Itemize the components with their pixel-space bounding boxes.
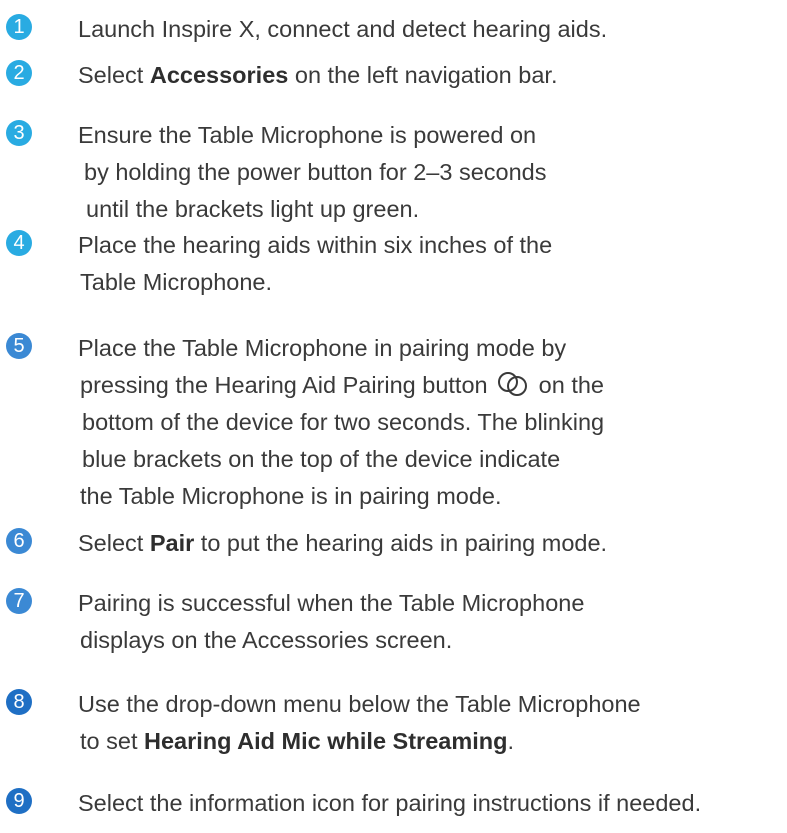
step-text-line: the Table Microphone is in pairing mode. xyxy=(78,478,783,515)
emphasized-term: Pair xyxy=(149,530,195,556)
step-text-line: Ensure the Table Microphone is powered o… xyxy=(78,117,783,154)
text-segment: Select xyxy=(78,530,150,556)
pairing-rings-icon xyxy=(498,372,528,396)
step-number-badge: 3 xyxy=(6,120,32,146)
step-text-line: Place the hearing aids within six inches… xyxy=(78,227,783,264)
step-number-badge: 7 xyxy=(6,588,32,614)
instruction-steps: 1 Launch Inspire X, connect and detect he… xyxy=(0,0,787,833)
text-segment: to set xyxy=(80,728,145,754)
step-text: Select Pair to put the hearing aids in p… xyxy=(78,525,783,562)
step-text: Place the hearing aids within six inches… xyxy=(78,227,783,301)
text-segment: blue brackets on the top of the device i… xyxy=(82,446,561,472)
step-number-badge: 9 xyxy=(6,788,32,814)
step-text: Launch Inspire X, connect and detect hea… xyxy=(78,11,783,48)
step-text-line: until the brackets light up green. xyxy=(78,191,783,228)
text-segment: Use the drop-down menu below the Table M… xyxy=(78,691,641,717)
step-text-line: Select the information icon for pairing … xyxy=(78,785,783,822)
step-number-badge: 4 xyxy=(6,230,32,256)
text-segment: Place the Table Microphone in pairing mo… xyxy=(78,335,567,361)
text-segment: Place the hearing aids within six inches… xyxy=(78,232,553,258)
text-segment: by holding the power button for 2–3 seco… xyxy=(84,159,547,185)
emphasized-term: Hearing Aid Mic while Streaming xyxy=(144,728,508,754)
step-text-line: by holding the power button for 2–3 seco… xyxy=(78,154,783,191)
step-number-badge: 2 xyxy=(6,60,32,86)
step-text: Select Accessories on the left navigatio… xyxy=(78,57,783,94)
step-text-line: pressing the Hearing Aid Pairing button … xyxy=(78,367,783,404)
step-text-line: bottom of the device for two seconds. Th… xyxy=(78,404,783,441)
step-text-line: Select Accessories on the left navigatio… xyxy=(78,57,783,94)
text-segment: Launch Inspire X, connect and detect hea… xyxy=(78,16,608,42)
step-text-line: displays on the Accessories screen. xyxy=(78,622,783,659)
step-text: Use the drop-down menu below the Table M… xyxy=(78,686,783,760)
step-text-line: Table Microphone. xyxy=(78,264,783,301)
text-segment: displays on the Accessories screen. xyxy=(80,627,453,653)
step-text: Ensure the Table Microphone is powered o… xyxy=(78,117,783,228)
text-segment: Ensure the Table Microphone is powered o… xyxy=(78,122,537,148)
step-text: Select the information icon for pairing … xyxy=(78,785,783,822)
step-number-badge: 6 xyxy=(6,528,32,554)
text-segment: on the left navigation bar. xyxy=(288,62,558,88)
text-segment: on the xyxy=(532,372,604,398)
text-segment: Select the information icon for pairing … xyxy=(78,790,702,816)
step-text-line: Pairing is successful when the Table Mic… xyxy=(78,585,783,622)
text-segment: to put the hearing aids in pairing mode. xyxy=(194,530,608,556)
step-text: Place the Table Microphone in pairing mo… xyxy=(78,330,783,515)
step-text: Pairing is successful when the Table Mic… xyxy=(78,585,783,659)
text-segment: until the brackets light up green. xyxy=(86,196,420,222)
step-text-line: Use the drop-down menu below the Table M… xyxy=(78,686,783,723)
text-segment: bottom of the device for two seconds. Th… xyxy=(82,409,605,435)
text-segment: the Table Microphone is in pairing mode. xyxy=(80,483,502,509)
step-number-badge: 1 xyxy=(6,14,32,40)
step-text-line: Place the Table Microphone in pairing mo… xyxy=(78,330,783,367)
text-segment: Select xyxy=(78,62,150,88)
step-text-line: blue brackets on the top of the device i… xyxy=(78,441,783,478)
step-number-badge: 5 xyxy=(6,333,32,359)
text-segment: pressing the Hearing Aid Pairing button xyxy=(80,372,495,398)
step-text-line: Select Pair to put the hearing aids in p… xyxy=(78,525,783,562)
text-segment: Pairing is successful when the Table Mic… xyxy=(78,590,585,616)
step-text-line: to set Hearing Aid Mic while Streaming. xyxy=(78,723,783,760)
step-number-badge: 8 xyxy=(6,689,32,715)
emphasized-term: Accessories xyxy=(149,62,289,88)
text-segment: . xyxy=(507,728,514,754)
step-text-line: Launch Inspire X, connect and detect hea… xyxy=(78,11,783,48)
text-segment: Table Microphone. xyxy=(80,269,273,295)
